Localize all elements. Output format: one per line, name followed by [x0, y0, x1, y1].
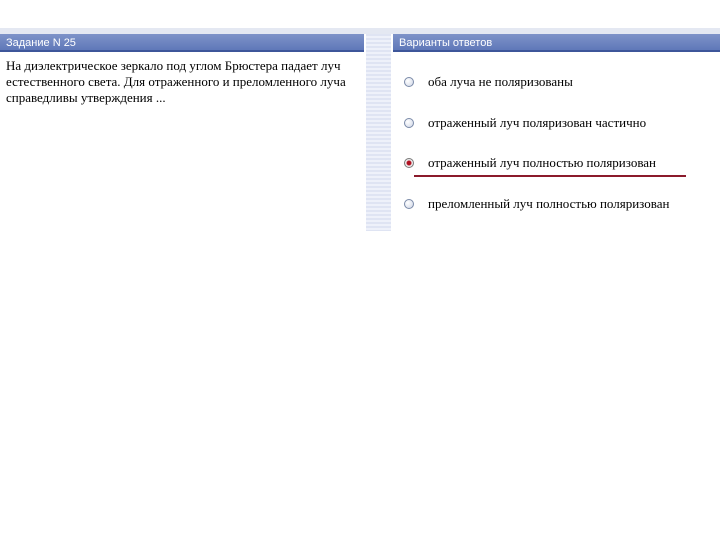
- answer-option-4[interactable]: преломленный луч полностью поляризован: [404, 195, 669, 213]
- radio-button-selected[interactable]: [404, 158, 414, 168]
- radio-button[interactable]: [404, 199, 414, 209]
- radio-button[interactable]: [404, 118, 414, 128]
- answers-header: Варианты ответов: [393, 34, 720, 52]
- task-header: Задание N 25: [0, 34, 364, 52]
- panel-divider: [366, 34, 391, 231]
- answer-option-3[interactable]: отраженный луч полностью поляризован: [404, 154, 656, 172]
- answer-option-label: отраженный луч полностью поляризован: [428, 155, 657, 170]
- answer-option-label: отраженный луч поляризован частично: [428, 115, 647, 130]
- question-text: На диэлектрическое зеркало под углом Брю…: [6, 58, 346, 105]
- selected-answer-underline: [414, 175, 686, 177]
- answer-option-2[interactable]: отраженный луч поляризован частично: [404, 114, 646, 132]
- answer-option-label: преломленный луч полностью поляризован: [428, 196, 670, 211]
- answer-option-label: оба луча не поляризованы: [428, 74, 573, 89]
- answer-option-1[interactable]: оба луча не поляризованы: [404, 73, 573, 91]
- radio-button[interactable]: [404, 77, 414, 87]
